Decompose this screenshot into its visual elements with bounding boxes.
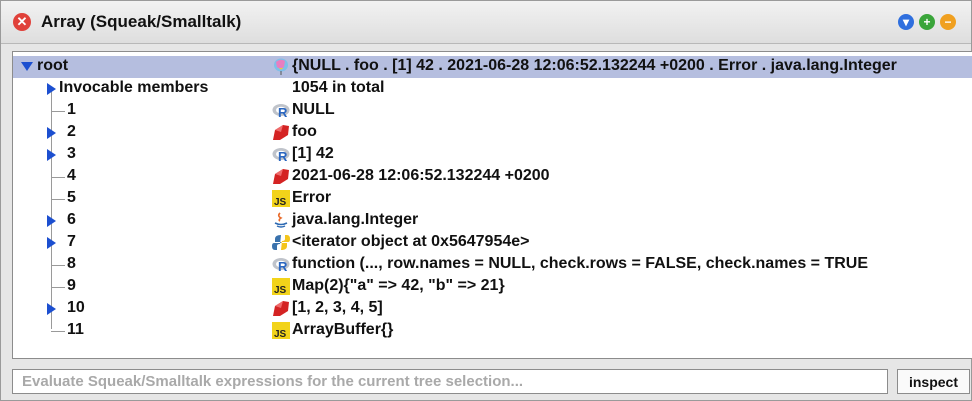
title-bar[interactable]: ✕ Array (Squeak/Smalltalk) ▾ + − — [1, 1, 971, 44]
tree-row-value: {NULL . foo . [1] 42 . 2021-06-28 12:06:… — [292, 57, 897, 74]
tree-row-value: Map(2){"a" => 42, "b" => 21} — [292, 277, 505, 294]
tree-row-10[interactable]: 10 [1, 2, 3, 4, 5] — [13, 298, 972, 320]
tree-row-value: function (..., row.names = NULL, check.r… — [292, 255, 869, 272]
inspect-button[interactable]: inspect — [897, 369, 970, 394]
tree-connector — [51, 199, 65, 200]
balloon-icon — [274, 58, 288, 75]
tree-row-invocable-members[interactable]: Invocable members 1054 in total — [13, 78, 972, 100]
inspector-window: ✕ Array (Squeak/Smalltalk) ▾ + − root {N… — [0, 0, 972, 401]
ruby-icon — [273, 169, 289, 184]
tree-row-name: 7 — [67, 233, 76, 250]
r-logo-letter: R — [278, 259, 288, 273]
tree-row-4[interactable]: 4 2021-06-28 12:06:52.132244 +0200 — [13, 166, 972, 188]
tree-connector — [51, 265, 65, 266]
tree-row-name: 1 — [67, 101, 76, 118]
tree-row-value: [1] 42 — [292, 145, 334, 162]
r-language-icon: R — [272, 258, 290, 273]
collapsed-triangle-icon[interactable] — [47, 303, 56, 315]
expanded-triangle-icon[interactable] — [21, 62, 33, 71]
collapsed-triangle-icon[interactable] — [47, 149, 56, 161]
tree-row-11[interactable]: 11 JS ArrayBuffer{} — [13, 320, 972, 342]
collapsed-triangle-icon[interactable] — [47, 83, 56, 95]
close-icon[interactable]: ✕ — [13, 13, 31, 31]
tree-row-value: Error — [292, 189, 332, 206]
tree-row-name: Invocable members — [59, 79, 209, 96]
tree-row-name: 2 — [67, 123, 76, 140]
tree-row-name: 11 — [67, 321, 84, 338]
tree-connector — [51, 177, 65, 178]
java-icon — [274, 212, 288, 228]
tree-connector — [51, 287, 65, 288]
tree-row-8[interactable]: 8 R function (..., row.names = NULL, che… — [13, 254, 972, 276]
tree-row-value: 2021-06-28 12:06:52.132244 +0200 — [292, 167, 550, 184]
tree-row-5[interactable]: 5 JS Error — [13, 188, 972, 210]
tree-row-value: NULL — [292, 101, 335, 118]
tree-connector — [51, 111, 65, 112]
tree-row-1[interactable]: 1 R NULL — [13, 100, 972, 122]
javascript-icon: JS — [272, 322, 290, 339]
tree-row-name: 4 — [67, 167, 76, 184]
object-tree[interactable]: root {NULL . foo . [1] 42 . 2021-06-28 1… — [12, 51, 972, 359]
tree-row-9[interactable]: 9 JS Map(2){"a" => 42, "b" => 21} — [13, 276, 972, 298]
tree-row-value: java.lang.Integer — [292, 211, 419, 228]
evaluate-expression-input[interactable] — [12, 369, 888, 394]
tree-row-name: 5 — [67, 189, 76, 206]
tree-row-name: 6 — [67, 211, 76, 228]
collapsed-triangle-icon[interactable] — [47, 237, 56, 249]
tree-row-7[interactable]: 7 <iterator object at 0x5647954e> — [13, 232, 972, 254]
javascript-logo-text: JS — [274, 329, 287, 339]
r-language-icon: R — [272, 104, 290, 119]
javascript-logo-text: JS — [274, 285, 287, 295]
tree-row-value: foo — [292, 123, 317, 140]
collapsed-triangle-icon[interactable] — [47, 215, 56, 227]
ruby-icon — [273, 301, 289, 316]
tree-row-6[interactable]: 6 java.lang.Integer — [13, 210, 972, 232]
tree-row-value: 1054 in total — [292, 79, 385, 96]
r-language-icon: R — [272, 148, 290, 163]
collapse-window-icon[interactable]: ▾ — [898, 14, 914, 30]
r-logo-letter: R — [278, 105, 288, 119]
tree-row-name: 8 — [67, 255, 76, 272]
tree-row-value: <iterator object at 0x5647954e> — [292, 233, 530, 250]
tree-row-value: [1, 2, 3, 4, 5] — [292, 299, 383, 316]
javascript-icon: JS — [272, 190, 290, 207]
javascript-logo-text: JS — [274, 197, 287, 207]
tree-row-name: root — [37, 57, 69, 74]
ruby-icon — [273, 125, 289, 140]
python-icon — [272, 235, 290, 250]
tree-row-2[interactable]: 2 foo — [13, 122, 972, 144]
r-logo-letter: R — [278, 149, 288, 163]
tree-row-value: ArrayBuffer{} — [292, 321, 394, 338]
tree-row-name: 10 — [67, 299, 85, 316]
window-title: Array (Squeak/Smalltalk) — [41, 12, 242, 31]
tree-row-3[interactable]: 3 R [1] 42 — [13, 144, 972, 166]
collapsed-triangle-icon[interactable] — [47, 127, 56, 139]
javascript-icon: JS — [272, 278, 290, 295]
tree-row-name: 3 — [67, 145, 76, 162]
minimize-window-icon[interactable]: − — [940, 14, 956, 30]
expand-window-icon[interactable]: + — [919, 14, 935, 30]
tree-connector — [51, 331, 65, 332]
tree-row-root[interactable]: root {NULL . foo . [1] 42 . 2021-06-28 1… — [13, 56, 972, 78]
tree-row-name: 9 — [67, 277, 76, 294]
